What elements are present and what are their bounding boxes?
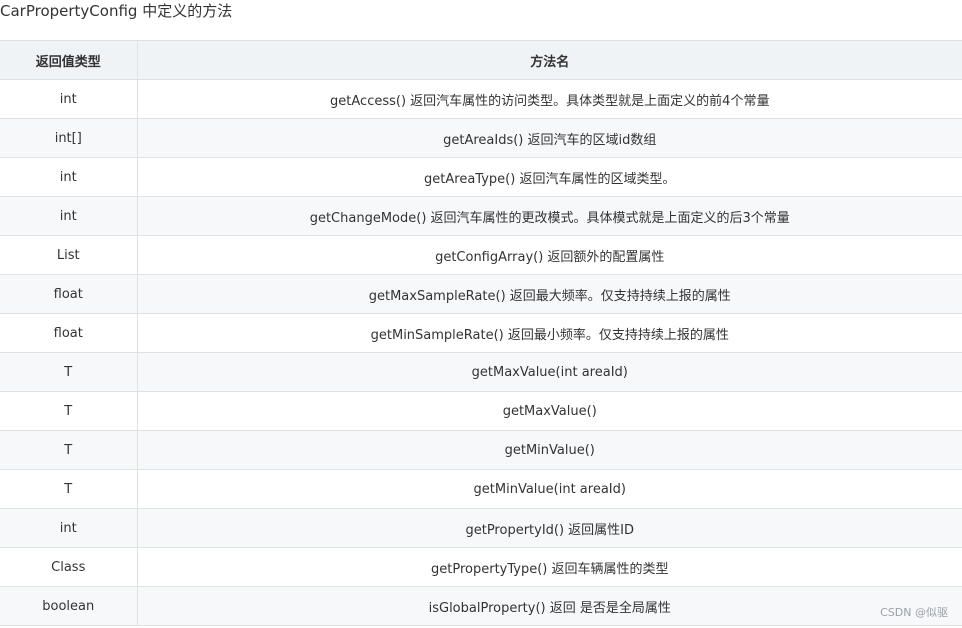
table-row: T getMaxValue(int areaId) bbox=[0, 352, 962, 392]
table-row: float getMaxSampleRate() 返回最大频率。仅支持持续上报的… bbox=[0, 274, 962, 314]
cell-method: getAreaIds() 返回汽车的区域id数组 bbox=[137, 118, 962, 158]
cell-method: getPropertyType() 返回车辆属性的类型 bbox=[137, 547, 962, 587]
methods-table: 返回值类型 方法名 int getAccess() 返回汽车属性的访问类型。具体… bbox=[0, 40, 962, 626]
cell-return-type: int[] bbox=[0, 118, 138, 158]
cell-return-type: List bbox=[0, 235, 138, 275]
cell-method: getAreaType() 返回汽车属性的区域类型。 bbox=[137, 157, 962, 197]
cell-method: getMaxValue() bbox=[137, 391, 962, 431]
cell-return-type: T bbox=[0, 352, 138, 392]
cell-method: getPropertyId() 返回属性ID bbox=[137, 508, 962, 548]
cell-return-type: T bbox=[0, 391, 138, 431]
header-method-name: 方法名 bbox=[137, 40, 962, 80]
cell-method: getAccess() 返回汽车属性的访问类型。具体类型就是上面定义的前4个常量 bbox=[137, 79, 962, 119]
cell-method: getChangeMode() 返回汽车属性的更改模式。具体模式就是上面定义的后… bbox=[137, 196, 962, 236]
cell-return-type: Class bbox=[0, 547, 138, 587]
csdn-watermark: CSDN @似驱 bbox=[880, 606, 948, 619]
table-row: int getChangeMode() 返回汽车属性的更改模式。具体模式就是上面… bbox=[0, 196, 962, 236]
cell-method: getMinSampleRate() 返回最小频率。仅支持持续上报的属性 bbox=[137, 313, 962, 353]
cell-method: getMaxSampleRate() 返回最大频率。仅支持持续上报的属性 bbox=[137, 274, 962, 314]
cell-return-type: boolean bbox=[0, 586, 138, 626]
table-row: Class getPropertyType() 返回车辆属性的类型 bbox=[0, 547, 962, 587]
cell-return-type: int bbox=[0, 157, 138, 197]
table-row: float getMinSampleRate() 返回最小频率。仅支持持续上报的… bbox=[0, 313, 962, 353]
cell-method: getMinValue() bbox=[137, 430, 962, 470]
cell-method: getMaxValue(int areaId) bbox=[137, 352, 962, 392]
cell-return-type: T bbox=[0, 430, 138, 470]
page-title: CarPropertyConfig 中定义的方法 bbox=[0, 2, 233, 20]
table-row: int getAccess() 返回汽车属性的访问类型。具体类型就是上面定义的前… bbox=[0, 79, 962, 119]
table-row: int[] getAreaIds() 返回汽车的区域id数组 bbox=[0, 118, 962, 158]
cell-return-type: int bbox=[0, 508, 138, 548]
table-header-row: 返回值类型 方法名 bbox=[0, 40, 962, 80]
cell-return-type: int bbox=[0, 196, 138, 236]
table-row: T getMinValue() bbox=[0, 430, 962, 470]
cell-return-type: int bbox=[0, 79, 138, 119]
cell-method: isGlobalProperty() 返回 是否是全局属性 bbox=[137, 586, 962, 626]
table-row: List getConfigArray() 返回额外的配置属性 bbox=[0, 235, 962, 275]
cell-return-type: float bbox=[0, 313, 138, 353]
table-row: int getAreaType() 返回汽车属性的区域类型。 bbox=[0, 157, 962, 197]
header-return-type: 返回值类型 bbox=[0, 40, 138, 80]
table-row: T getMaxValue() bbox=[0, 391, 962, 431]
cell-return-type: float bbox=[0, 274, 138, 314]
cell-method: getMinValue(int areaId) bbox=[137, 469, 962, 509]
cell-method: getConfigArray() 返回额外的配置属性 bbox=[137, 235, 962, 275]
cell-return-type: T bbox=[0, 469, 138, 509]
table-row: boolean isGlobalProperty() 返回 是否是全局属性 bbox=[0, 586, 962, 626]
table-row: T getMinValue(int areaId) bbox=[0, 469, 962, 509]
table-row: int getPropertyId() 返回属性ID bbox=[0, 508, 962, 548]
